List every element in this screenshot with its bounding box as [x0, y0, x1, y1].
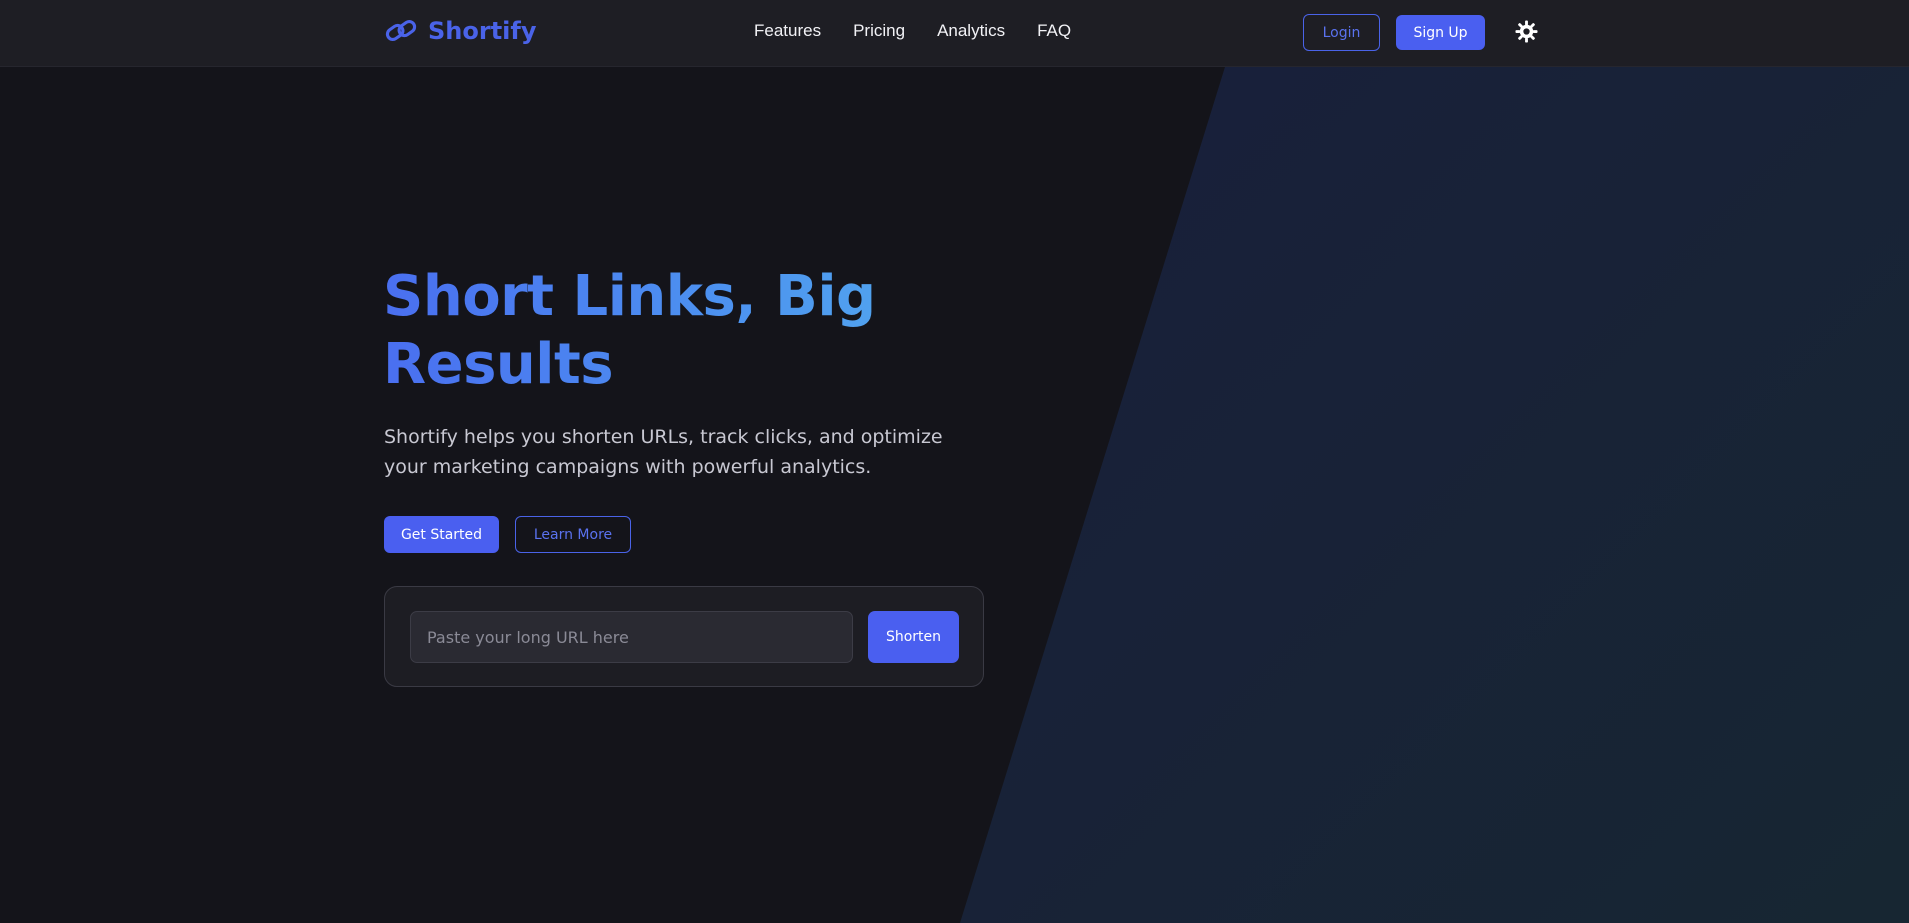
long-url-input[interactable] — [410, 611, 853, 663]
hero-section: Short Links, Big Results Shortify helps … — [0, 67, 1909, 923]
nav-link-analytics[interactable]: Analytics — [937, 21, 1005, 41]
link-icon — [384, 16, 419, 46]
nav-link-faq[interactable]: FAQ — [1037, 21, 1071, 41]
hero-title: Short Links, Big Results — [383, 263, 943, 399]
theme-toggle-button[interactable] — [1515, 20, 1538, 43]
main-nav: Features Pricing Analytics FAQ — [754, 21, 1071, 41]
top-navbar: Shortify Features Pricing Analytics FAQ … — [0, 0, 1909, 67]
nav-link-features[interactable]: Features — [754, 21, 821, 41]
url-shortener-card: Shorten — [384, 586, 984, 687]
nav-link-pricing[interactable]: Pricing — [853, 21, 905, 41]
login-button[interactable]: Login — [1303, 14, 1380, 51]
shorten-button[interactable]: Shorten — [868, 611, 959, 663]
brand-logo[interactable]: Shortify — [384, 16, 536, 46]
learn-more-button[interactable]: Learn More — [515, 516, 631, 553]
hero-subtitle: Shortify helps you shorten URLs, track c… — [384, 426, 943, 478]
brand-name: Shortify — [428, 17, 537, 45]
get-started-button[interactable]: Get Started — [384, 516, 499, 553]
sun-icon — [1515, 20, 1538, 43]
signup-button[interactable]: Sign Up — [1396, 15, 1485, 50]
